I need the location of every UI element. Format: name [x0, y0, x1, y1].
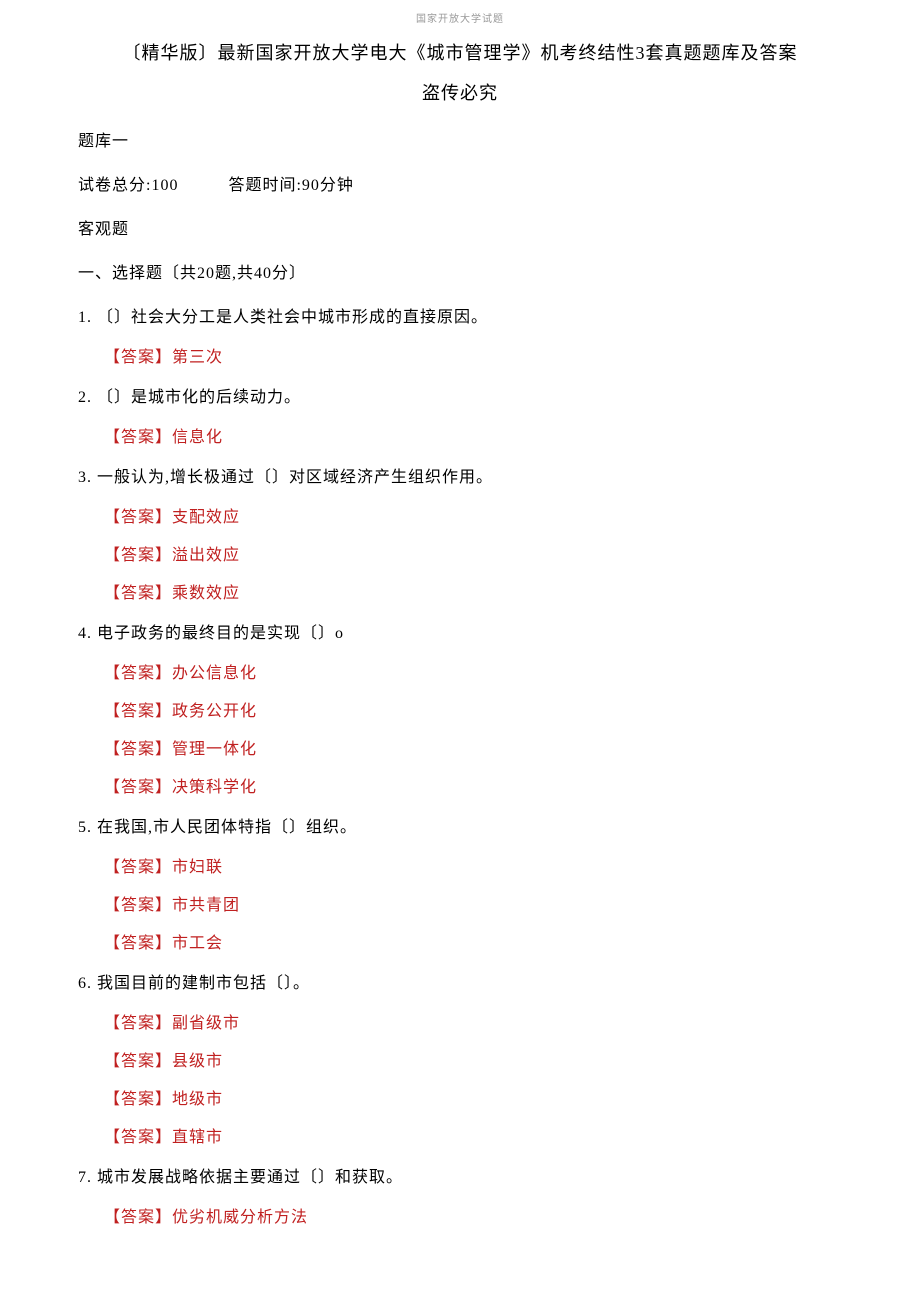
- answer-5-1: 【答案】市妇联: [104, 853, 842, 877]
- question-3: 3. 一般认为,增长极通过〔〕对区域经济产生组织作用。: [78, 463, 842, 487]
- meta-time-limit: 答题时间:90分钟: [228, 177, 353, 194]
- document-title: 〔精华版〕最新国家开放大学电大《城市管理学》机考终结性3套真题题库及答案: [78, 39, 842, 65]
- answer-4-4: 【答案】决策科学化: [104, 773, 842, 797]
- answer-4-3: 【答案】管理一体化: [104, 735, 842, 759]
- section-1-heading: 一、选择题〔共20题,共40分〕: [78, 259, 842, 283]
- document-subtitle: 盗传必究: [78, 79, 842, 105]
- answer-5-2: 【答案】市共青团: [104, 891, 842, 915]
- exam-meta: 试卷总分:100 答题时间:90分钟: [78, 171, 842, 195]
- answer-4-2: 【答案】政务公开化: [104, 697, 842, 721]
- answer-4-1: 【答案】办公信息化: [104, 659, 842, 683]
- answer-6-1: 【答案】副省级市: [104, 1009, 842, 1033]
- answer-7-1: 【答案】优劣机威分析方法: [104, 1203, 842, 1227]
- question-6: 6. 我国目前的建制市包括〔〕。: [78, 969, 842, 993]
- question-1: 1. 〔〕社会大分工是人类社会中城市形成的直接原因。: [78, 303, 842, 327]
- answer-3-3: 【答案】乘数效应: [104, 579, 842, 603]
- answer-2-1: 【答案】信息化: [104, 423, 842, 447]
- answer-6-3: 【答案】地级市: [104, 1085, 842, 1109]
- objective-label: 客观题: [78, 215, 842, 239]
- answer-6-2: 【答案】县级市: [104, 1047, 842, 1071]
- document-page: 国家开放大学试题 〔精华版〕最新国家开放大学电大《城市管理学》机考终结性3套真题…: [0, 0, 920, 1271]
- question-2: 2. 〔〕是城市化的后续动力。: [78, 383, 842, 407]
- meta-total-score: 试卷总分:100: [78, 177, 178, 194]
- question-4: 4. 电子政务的最终目的是实现〔〕o: [78, 619, 842, 643]
- question-bank-label: 题库一: [78, 127, 842, 151]
- answer-3-1: 【答案】支配效应: [104, 503, 842, 527]
- answer-3-2: 【答案】溢出效应: [104, 541, 842, 565]
- question-7: 7. 城市发展战略依据主要通过〔〕和获取。: [78, 1163, 842, 1187]
- page-header-small: 国家开放大学试题: [78, 10, 842, 25]
- answer-6-4: 【答案】直辖市: [104, 1123, 842, 1147]
- answer-5-3: 【答案】市工会: [104, 929, 842, 953]
- answer-1-1: 【答案】第三次: [104, 343, 842, 367]
- question-5: 5. 在我国,市人民团体特指〔〕组织。: [78, 813, 842, 837]
